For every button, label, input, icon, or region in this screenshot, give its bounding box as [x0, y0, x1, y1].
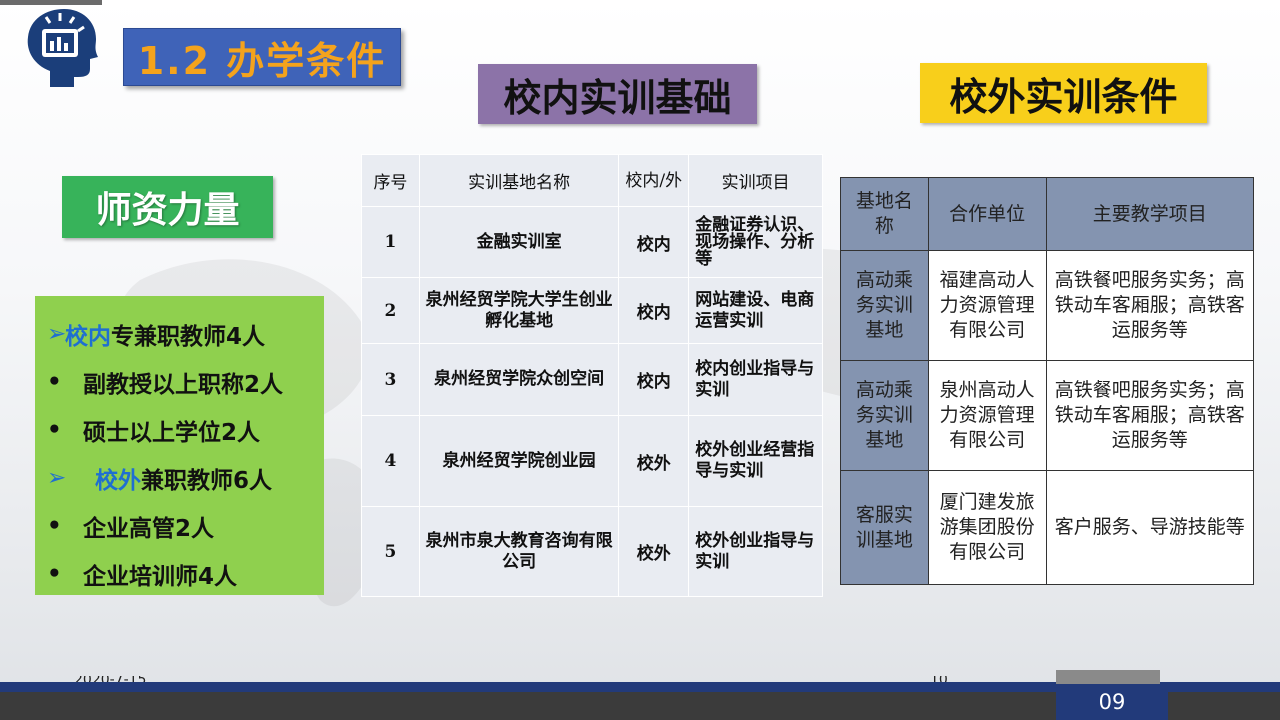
- table-row: 客服实训基地 厦门建发旅游集团股份有限公司 客户服务、导游技能等: [840, 470, 1255, 585]
- faculty-item-text: 硕士以上学位2人: [83, 420, 261, 446]
- table-cell: 金融证券认识、现场操作、分析等: [688, 206, 823, 278]
- table-header-cell: 基地名称: [840, 177, 929, 251]
- faculty-item: • 企业高管2人: [35, 502, 324, 550]
- table-row: 高动乘务实训基地 福建高动人力资源管理有限公司 高铁餐吧服务实务；高铁动车客厢服…: [840, 250, 1255, 361]
- faculty-item-offcampus: ➢ 校外 兼职教师6人: [35, 454, 324, 502]
- bullet-icon: •: [47, 417, 62, 443]
- faculty-item-text: 企业培训师4人: [83, 564, 238, 590]
- table-cell: 5: [361, 506, 420, 597]
- table-cell: 校外创业经营指导与实训: [688, 415, 823, 507]
- table-header-cell: 实训基地名称: [418, 154, 620, 207]
- bullet-icon: •: [47, 369, 62, 395]
- bullet-icon: •: [47, 561, 62, 587]
- table-header-row: 基地名称 合作单位 主要教学项目: [840, 177, 1255, 251]
- off-campus-training-table: 基地名称 合作单位 主要教学项目 高动乘务实训基地 福建高动人力资源管理有限公司…: [840, 177, 1255, 585]
- bullet-icon: •: [47, 513, 62, 539]
- table-cell: 网站建设、电商运营实训: [688, 277, 823, 344]
- off-campus-training-label: 校外实训条件: [920, 63, 1207, 123]
- faculty-item: • 副教授以上职称2人: [35, 358, 324, 406]
- table-header-cell: 合作单位: [927, 177, 1047, 251]
- faculty-item-text: 副教授以上职称2人: [83, 372, 284, 398]
- faculty-item-text: 企业高管2人: [83, 516, 215, 542]
- table-cell: 高动乘务实训基地: [840, 250, 929, 361]
- table-header-row: 序号 实训基地名称 校内/外 实训项目: [361, 154, 823, 207]
- table-header-cell: 主要教学项目: [1045, 177, 1255, 251]
- slide-title: 1.2 办学条件: [123, 28, 401, 86]
- table-row: 4 泉州经贸学院创业园 校外 校外创业经营指导与实训: [361, 415, 823, 507]
- table-cell: 1: [361, 206, 420, 278]
- faculty-item-text: 兼职教师6人: [141, 468, 273, 494]
- table-cell: 福建高动人力资源管理有限公司: [927, 250, 1047, 361]
- table-cell: 泉州高动人力资源管理有限公司: [927, 360, 1047, 471]
- table-cell: 3: [361, 343, 420, 416]
- table-cell: 泉州经贸学院创业园: [418, 415, 620, 507]
- table-cell: 校外创业指导与实训: [688, 506, 823, 597]
- table-cell: 校内: [618, 343, 690, 416]
- table-cell: 高铁餐吧服务实务；高铁动车客厢服；高铁客运服务等: [1045, 360, 1255, 471]
- table-row: 1 金融实训室 校内 金融证券认识、现场操作、分析等: [361, 206, 823, 278]
- table-row: 3 泉州经贸学院众创空间 校内 校内创业指导与实训: [361, 343, 823, 416]
- table-cell: 泉州市泉大教育咨询有限公司: [418, 506, 620, 597]
- on-campus-training-table: 序号 实训基地名称 校内/外 实训项目 1 金融实训室 校内 金融证券认识、现场…: [361, 154, 823, 597]
- table-row: 2 泉州经贸学院大学生创业孵化基地 校内 网站建设、电商运营实训: [361, 277, 823, 344]
- table-header-cell: 校内/外: [618, 154, 690, 207]
- table-cell: 客服实训基地: [840, 470, 929, 585]
- table-row: 5 泉州市泉大教育咨询有限公司 校外 校外创业指导与实训: [361, 506, 823, 597]
- table-cell: 厦门建发旅游集团股份有限公司: [927, 470, 1047, 585]
- head-lightbulb-logo-icon: [27, 9, 99, 87]
- arrow-bullet-icon: ➢: [47, 465, 67, 491]
- table-header-cell: 实训项目: [688, 154, 823, 207]
- faculty-item: • 企业培训师4人: [35, 550, 324, 598]
- page-number: 09: [1056, 684, 1168, 720]
- table-cell: 校内: [618, 277, 690, 344]
- table-row: 高动乘务实训基地 泉州高动人力资源管理有限公司 高铁餐吧服务实务；高铁动车客厢服…: [840, 360, 1255, 471]
- table-cell: 金融实训室: [418, 206, 620, 278]
- table-cell: 泉州经贸学院大学生创业孵化基地: [418, 277, 620, 344]
- table-cell: 校内创业指导与实训: [688, 343, 823, 416]
- table-cell: 客户服务、导游技能等: [1045, 470, 1255, 585]
- table-cell: 校外: [618, 415, 690, 507]
- faculty-item-oncampus: ➢ 校内 专兼职教师4人: [35, 310, 324, 358]
- table-cell: 泉州经贸学院众创空间: [418, 343, 620, 416]
- faculty-label: 师资力量: [62, 176, 273, 238]
- table-cell: 2: [361, 277, 420, 344]
- faculty-item-text: 专兼职教师4人: [111, 324, 266, 350]
- table-cell: 高动乘务实训基地: [840, 360, 929, 471]
- faculty-item-prefix: 校外: [95, 468, 141, 494]
- faculty-item-prefix: 校内: [65, 324, 111, 350]
- table-cell: 校外: [618, 506, 690, 597]
- table-cell: 4: [361, 415, 420, 507]
- table-header-cell: 序号: [361, 154, 420, 207]
- page-tab-top: [1056, 670, 1160, 684]
- on-campus-training-label: 校内实训基础: [478, 64, 757, 124]
- faculty-panel: ➢ 校内 专兼职教师4人 • 副教授以上职称2人 • 硕士以上学位2人 ➢ 校外…: [35, 296, 324, 595]
- arrow-bullet-icon: ➢: [47, 321, 67, 347]
- table-cell: 校内: [618, 206, 690, 278]
- faculty-item: • 硕士以上学位2人: [35, 406, 324, 454]
- table-cell: 高铁餐吧服务实务；高铁动车客厢服；高铁客运服务等: [1045, 250, 1255, 361]
